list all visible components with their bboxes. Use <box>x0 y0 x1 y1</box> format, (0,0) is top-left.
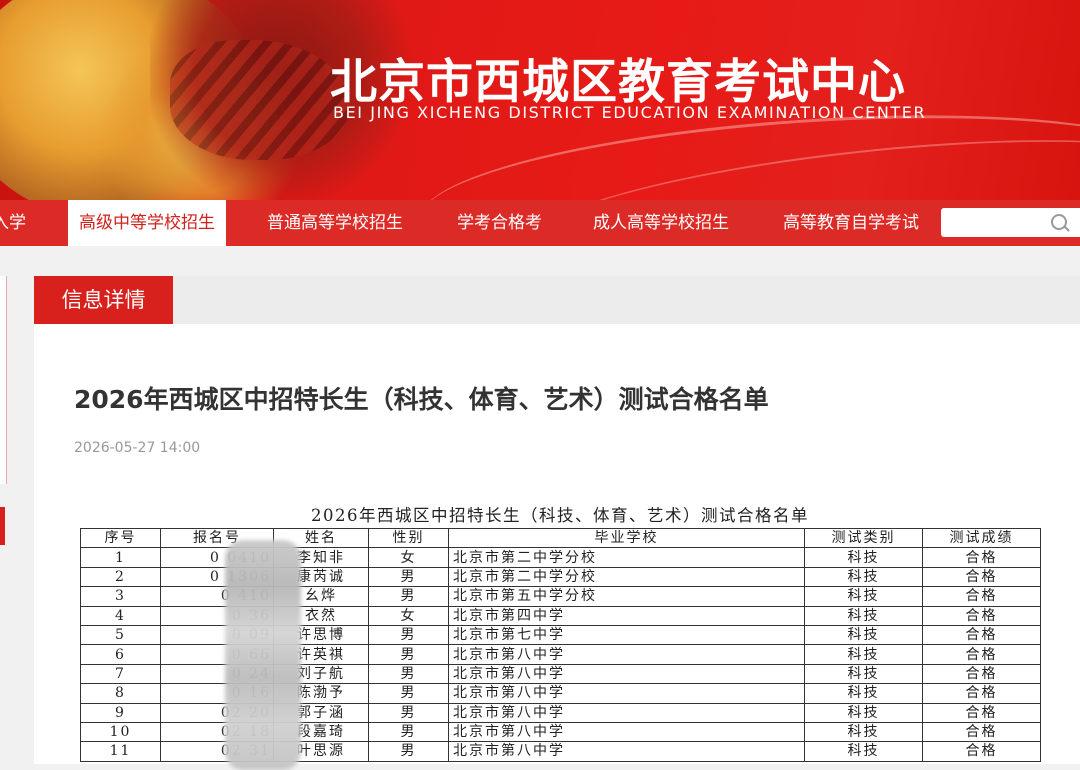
cell-category: 科技 <box>804 683 923 704</box>
cell-gender: 女 <box>368 547 449 568</box>
cell-category: 科技 <box>804 741 923 762</box>
cell-school: 北京市第八中学 <box>448 644 805 665</box>
section-header: 信息详情 <box>34 276 1080 324</box>
header-category: 测试类别 <box>804 527 923 549</box>
cell-gender: 男 <box>368 741 449 762</box>
cell-school: 北京市第八中学 <box>448 741 805 762</box>
nav-item-self-study-exam[interactable]: 高等教育自学考试 <box>783 200 919 246</box>
article-panel: 2026年西城区中招特长生（科技、体育、艺术）测试合格名单 2026-05-27… <box>34 324 1080 770</box>
cell-gender: 男 <box>368 624 449 646</box>
nav-item-college[interactable]: 普通高等学校招生 <box>267 200 403 246</box>
cell-result: 合格 <box>922 624 1041 646</box>
article-title: 2026年西城区中招特长生（科技、体育、艺术）测试合格名单 <box>74 385 769 414</box>
nav-item-high-school[interactable]: 高级中等学校招生 <box>68 200 226 246</box>
nav-item-adult-college[interactable]: 成人高等学校招生 <box>593 200 729 246</box>
header-school: 毕业学校 <box>448 527 805 549</box>
cell-gender: 男 <box>368 586 449 607</box>
cell-result: 合格 <box>922 741 1041 762</box>
cell-school: 北京市第八中学 <box>448 702 805 723</box>
cell-gender: 男 <box>368 721 449 743</box>
section-tab: 信息详情 <box>34 276 173 324</box>
cell-result: 合格 <box>922 547 1041 568</box>
cell-gender: 男 <box>368 644 449 665</box>
cell-index: 9 <box>80 702 161 723</box>
header-index: 序号 <box>80 527 161 549</box>
privacy-blur <box>225 540 301 770</box>
cell-index: 10 <box>80 721 161 743</box>
site-title: 北京市西城区教育考试中心 <box>330 55 906 110</box>
cell-category: 科技 <box>804 586 923 607</box>
header-result: 测试成绩 <box>922 527 1041 549</box>
cell-school: 北京市第八中学 <box>448 683 805 704</box>
nav-item-enrollment[interactable]: 入学 <box>0 200 26 246</box>
cell-result: 合格 <box>922 644 1041 665</box>
cell-result: 合格 <box>922 586 1041 607</box>
cell-category: 科技 <box>804 644 923 665</box>
cell-result: 合格 <box>922 605 1041 626</box>
cell-category: 科技 <box>804 702 923 723</box>
cell-result: 合格 <box>922 663 1041 685</box>
cell-index: 8 <box>80 683 161 704</box>
cell-index: 11 <box>80 741 161 762</box>
cell-index: 5 <box>80 624 161 646</box>
cell-index: 1 <box>80 547 161 568</box>
cell-school: 北京市第五中学分校 <box>448 586 805 607</box>
results-table-image: 2026年西城区中招特长生（科技、体育、艺术）测试合格名单 序号 报名号 姓名 … <box>80 504 1041 770</box>
cell-category: 科技 <box>804 624 923 646</box>
cell-result: 合格 <box>922 683 1041 704</box>
main-nav: 入学 高级中等学校招生 普通高等学校招生 学考合格考 成人高等学校招生 高等教育… <box>0 200 1080 246</box>
cell-category: 科技 <box>804 721 923 743</box>
cell-category: 科技 <box>804 547 923 568</box>
cell-school: 北京市第八中学 <box>448 721 805 743</box>
cell-school: 北京市第二中学分校 <box>448 547 805 568</box>
cell-gender: 男 <box>368 702 449 723</box>
cell-school: 北京市第七中学 <box>448 624 805 646</box>
article-date: 2026-05-27 14:00 <box>74 440 201 456</box>
sidebar-edge <box>0 276 7 484</box>
cell-index: 4 <box>80 605 161 626</box>
header-banner: 北京市西城区教育考试中心 BEI JING XICHENG DISTRICT E… <box>0 0 1080 200</box>
cell-category: 科技 <box>804 663 923 685</box>
cell-category: 科技 <box>804 605 923 626</box>
cell-result: 合格 <box>922 702 1041 723</box>
table-header-row: 序号 报名号 姓名 性别 毕业学校 测试类别 测试成绩 <box>80 527 1041 549</box>
cell-result: 合格 <box>922 566 1041 588</box>
nav-item-proficiency-exam[interactable]: 学考合格考 <box>457 200 542 246</box>
cell-gender: 男 <box>368 663 449 685</box>
cell-index: 6 <box>80 644 161 665</box>
cell-school: 北京市第四中学 <box>448 605 805 626</box>
cell-result: 合格 <box>922 721 1041 743</box>
cell-gender: 男 <box>368 683 449 704</box>
cell-index: 2 <box>80 566 161 588</box>
sidebar-marker <box>0 507 5 545</box>
site-title-english: BEI JING XICHENG DISTRICT EDUCATION EXAM… <box>333 103 927 122</box>
cell-category: 科技 <box>804 566 923 588</box>
cell-index: 3 <box>80 586 161 607</box>
search-icon[interactable] <box>1051 214 1067 230</box>
cell-gender: 女 <box>368 605 449 626</box>
cell-school: 北京市第二中学分校 <box>448 566 805 588</box>
cell-index: 7 <box>80 663 161 685</box>
cell-school: 北京市第八中学 <box>448 663 805 685</box>
search-input[interactable] <box>941 208 1080 237</box>
header-gender: 性别 <box>368 527 449 549</box>
cell-gender: 男 <box>368 566 449 588</box>
table-title: 2026年西城区中招特长生（科技、体育、艺术）测试合格名单 <box>311 506 809 525</box>
